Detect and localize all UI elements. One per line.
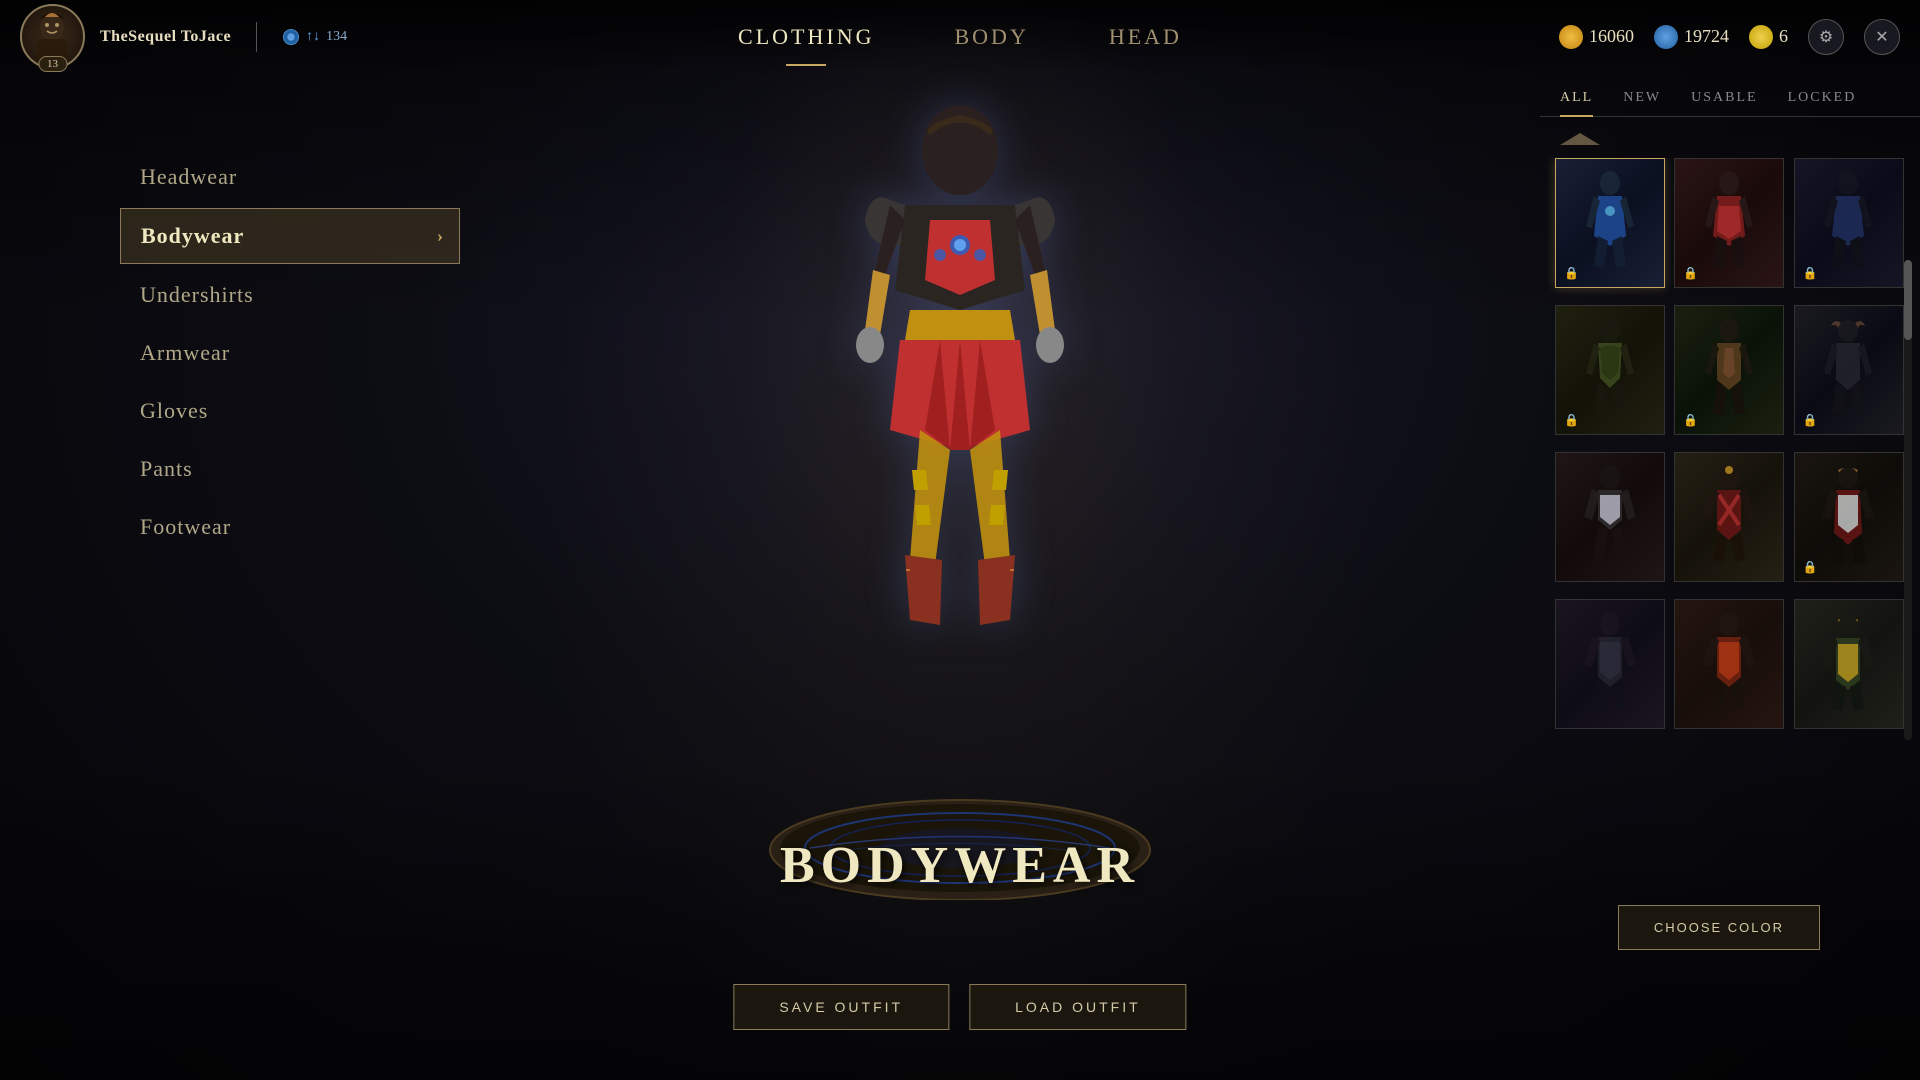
filter-usable[interactable]: USABLE <box>1691 90 1757 116</box>
item-panel: ALL NEW USABLE LOCKED 🔒 <box>1540 80 1920 760</box>
header: 13 TheSequel ToJace ↑↓ 134 CLOTHING BODY… <box>0 0 1920 73</box>
category-headwear[interactable]: Headwear <box>120 150 460 204</box>
bottom-buttons: SAVE OUTFIT LOAD OUTFIT <box>733 984 1186 1030</box>
gold-coin-icon <box>1559 25 1583 49</box>
grid-item-2[interactable]: 🔒 <box>1674 158 1784 288</box>
gold-amount: 16060 <box>1589 26 1634 47</box>
status-value: 134 <box>326 29 347 45</box>
grid-item-1[interactable]: 🔒 <box>1555 158 1665 288</box>
grid-item-10[interactable] <box>1555 599 1665 729</box>
grid-item-9[interactable]: 🔒 <box>1794 452 1904 582</box>
grid-item-4[interactable]: 🔒 <box>1555 305 1665 435</box>
filter-all[interactable]: ALL <box>1560 90 1593 116</box>
tab-body[interactable]: BODY <box>954 16 1028 58</box>
grid-item-8[interactable] <box>1674 452 1784 582</box>
lock-icon-4: 🔒 <box>1564 413 1579 428</box>
username: TheSequel ToJace <box>100 28 231 46</box>
category-undershirts[interactable]: Undershirts <box>120 268 460 322</box>
grid-item-3[interactable]: 🔒 <box>1794 158 1904 288</box>
tab-head[interactable]: HEAD <box>1109 16 1182 58</box>
main-nav: CLOTHING BODY HEAD <box>738 16 1182 58</box>
category-armwear[interactable]: Armwear <box>120 326 460 380</box>
header-right: 16060 19724 6 ⚙ ✕ <box>1559 19 1900 55</box>
scrollbar-track <box>1904 260 1912 740</box>
avatar-container: 13 <box>20 4 85 69</box>
grid-item-7[interactable] <box>1555 452 1665 582</box>
yellow-coin-icon <box>1749 25 1773 49</box>
category-arrow-icon: › <box>437 226 444 247</box>
blue-amount: 19724 <box>1684 26 1729 47</box>
tab-clothing[interactable]: CLOTHING <box>738 16 874 58</box>
item-grid: 🔒 🔒 <box>1540 158 1920 738</box>
filter-new[interactable]: NEW <box>1623 90 1661 116</box>
level-badge: 13 <box>38 56 67 72</box>
save-outfit-button[interactable]: SAVE OUTFIT <box>733 984 949 1030</box>
status-info: ↑↓ 134 <box>282 28 347 46</box>
settings-button[interactable]: ⚙ <box>1808 19 1844 55</box>
bottom-section: SAVE OUTFIT LOAD OUTFIT <box>733 769 1186 1030</box>
blue-coin-icon <box>1654 25 1678 49</box>
grid-item-6[interactable]: 🔒 <box>1794 305 1904 435</box>
lock-icon-6: 🔒 <box>1803 413 1818 428</box>
header-left: 13 TheSequel ToJace ↑↓ 134 <box>20 4 347 69</box>
currency-blue: 19724 <box>1654 25 1729 49</box>
lock-icon-9: 🔒 <box>1803 560 1818 575</box>
lock-icon-1: 🔒 <box>1564 266 1579 281</box>
category-panel: Headwear Bodywear › Undershirts Armwear … <box>120 150 460 558</box>
load-outfit-button[interactable]: LOAD OUTFIT <box>969 984 1187 1030</box>
choose-color-button[interactable]: CHOOSE COLOR <box>1618 905 1820 950</box>
scrollbar-thumb[interactable] <box>1904 260 1912 340</box>
category-footwear[interactable]: Footwear <box>120 500 460 554</box>
yellow-amount: 6 <box>1779 26 1788 47</box>
category-bodywear[interactable]: Bodywear › <box>120 208 460 264</box>
filter-tabs: ALL NEW USABLE LOCKED <box>1540 80 1920 117</box>
lock-icon-3: 🔒 <box>1803 266 1818 281</box>
status-arrows: ↑↓ <box>306 29 320 45</box>
lock-icon-2: 🔒 <box>1683 266 1698 281</box>
grid-item-11[interactable] <box>1674 599 1784 729</box>
currency-yellow: 6 <box>1749 25 1788 49</box>
close-button[interactable]: ✕ <box>1864 19 1900 55</box>
header-divider <box>256 22 257 52</box>
lock-icon-5: 🔒 <box>1683 413 1698 428</box>
character-display <box>760 50 1160 730</box>
grid-item-5[interactable]: 🔒 <box>1674 305 1784 435</box>
currency-gold: 16060 <box>1559 25 1634 49</box>
filter-locked[interactable]: LOCKED <box>1788 90 1857 116</box>
category-pants[interactable]: Pants <box>120 442 460 496</box>
grid-item-12[interactable] <box>1794 599 1904 729</box>
category-gloves[interactable]: Gloves <box>120 384 460 438</box>
